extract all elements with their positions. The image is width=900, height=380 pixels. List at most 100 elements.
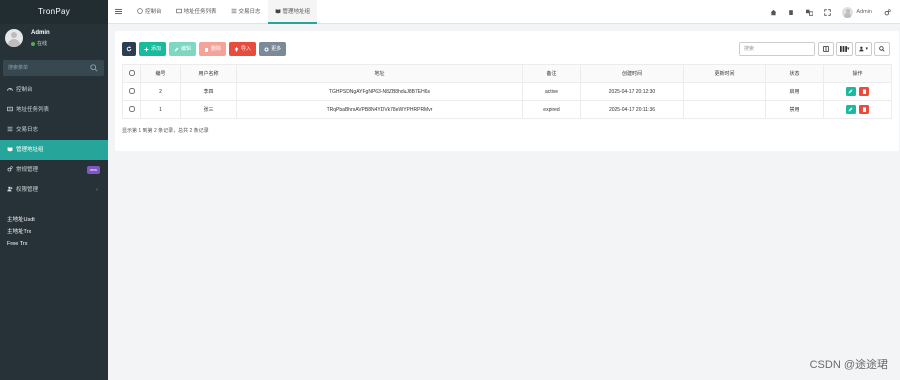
export-button[interactable]: ▾ [855,42,872,56]
chevron-down-icon: ▾ [865,46,868,52]
list-icon [175,8,182,14]
settings-button[interactable] [878,0,896,24]
sidebar-item-address-tasks[interactable]: 地址任务列表 [0,100,108,120]
add-button[interactable]: 添加 [139,42,167,56]
column-header-status[interactable]: 状态 [765,64,824,83]
cell-remark: active [522,82,581,101]
cell-id: 2 [140,82,181,101]
log-icon [231,8,236,14]
fullscreen-icon [824,8,831,16]
search-icon[interactable] [90,64,98,72]
sidebar-item-dashboard[interactable]: 控制台 [0,80,108,100]
home-icon [770,9,777,15]
cell-status: 启用 [765,82,824,101]
delete-button[interactable]: 删除 [199,42,227,56]
menu-toggle-icon[interactable] [115,8,122,15]
tab-dashboard[interactable]: 控制台 [130,0,169,24]
pencil-icon [848,89,853,94]
dashboard-icon [7,87,13,91]
table-row[interactable]: 1 张三 TRqPbaBhrsAVPB8N4YDVk78eWYPHRPRMvr … [122,100,892,119]
row-checkbox[interactable] [128,105,135,112]
cell-updated [683,82,766,101]
cell-id: 1 [140,100,181,119]
tab-address-group[interactable]: 管理地址组 [267,0,318,24]
sidebar-item-address-group[interactable]: 管理地址组 [0,140,108,160]
user-panel: Admin 在线 [0,24,108,58]
row-delete-button[interactable] [859,105,870,114]
table-header-row: 编号 用户名称 地址 备注 创建时间 更新时间 状态 操作 [122,64,892,83]
row-delete-button[interactable] [859,87,870,96]
column-header-address[interactable]: 地址 [236,64,523,83]
table-row[interactable]: 2 李四 TGHPSDNgAYFgNP63-N8ZB8hduJ8B7EH6s a… [122,82,892,101]
avatar[interactable] [842,6,854,18]
trash-icon [862,107,866,112]
home-button[interactable] [764,0,782,24]
import-button[interactable]: 导入 [229,42,257,56]
refresh-button[interactable] [122,42,136,56]
book-icon [275,9,280,14]
cell-remark: expired [522,100,581,119]
columns-toggle-icon [823,46,829,52]
select-all-cell [122,64,141,83]
table-search [738,42,815,56]
pencil-icon [848,107,853,112]
cell-created: 2025-04-17 20:12:30 [580,82,684,101]
new-badge: new [86,166,100,174]
sidebar-item-transaction-log[interactable]: 交易日志 [0,120,108,140]
cell-name: 李四 [180,82,237,101]
cell-actions [823,100,892,119]
edit-button[interactable]: 编辑 [169,42,197,56]
nav-tabs: 控制台 地址任务列表 交易日志 管理地址组 [130,0,318,24]
columns-icon [839,46,847,52]
column-header-name[interactable]: 用户名称 [180,64,237,83]
column-header-actions: 操作 [823,64,892,83]
language-button[interactable] [800,0,818,24]
top-user-name[interactable]: Admin [856,9,872,15]
top-right-tools: Admin [764,0,896,24]
fullscreen-button[interactable] [818,0,836,24]
language-icon [805,9,813,16]
list-icon [7,106,13,112]
select-all-checkbox[interactable] [128,69,135,76]
cell-status: 禁用 [765,100,824,119]
sidebar-link-trx[interactable]: 主地址Trx [7,226,35,238]
clear-cache-button[interactable] [782,0,800,24]
sidebar-search-input[interactable] [3,60,83,76]
log-icon [7,126,13,132]
sidebar-item-general[interactable]: 常规管理 new [0,160,108,180]
watermark: CSDN @途途珺 [809,359,888,371]
row-checkbox[interactable] [128,87,135,94]
column-header-created[interactable]: 创建时间 [580,64,684,83]
table-toolbar: 添加 编辑 删除 导入 更多 [122,42,289,56]
sidebar-link-free-trx[interactable]: Free Trx [7,238,35,250]
top-bar: 控制台 地址任务列表 交易日志 管理地址组 Admin [108,0,900,24]
trash-icon [789,10,794,15]
column-header-remark[interactable]: 备注 [522,64,581,83]
row-edit-button[interactable] [845,105,856,114]
trash-icon [862,89,866,94]
tab-address-tasks[interactable]: 地址任务列表 [169,0,224,24]
cell-updated [683,100,766,119]
content-panel: 添加 编辑 删除 导入 更多 ▾ ▾ 编号 用户名称 地址 备注 创建时间 更新… [115,31,899,151]
book-icon [7,147,13,152]
row-edit-button[interactable] [845,87,856,96]
cell-address: TRqPbaBhrsAVPB8N4YDVk78eWYPHRPRMvr [236,100,523,119]
columns-button[interactable]: ▾ [835,42,854,56]
more-button[interactable]: 更多 [259,42,287,56]
advanced-search-button[interactable] [874,42,890,56]
app-brand[interactable]: TronPay [0,0,108,24]
sidebar-link-usdt[interactable]: 主地址Usdt [7,214,35,226]
upload-icon [234,46,239,51]
avatar [5,29,23,47]
search-icon [879,46,885,52]
table-search-input[interactable] [739,43,814,55]
column-header-updated[interactable]: 更新时间 [683,64,766,83]
sidebar-item-permissions[interactable]: 权限管理 ‹ [0,180,108,200]
column-header-id[interactable]: 编号 [140,64,181,83]
pencil-icon [174,47,179,51]
gears-icon [884,8,891,15]
toggle-view-button[interactable] [817,42,834,56]
tab-transaction-log[interactable]: 交易日志 [224,0,268,24]
user-name: Admin [31,30,50,36]
trash-icon [205,47,209,52]
